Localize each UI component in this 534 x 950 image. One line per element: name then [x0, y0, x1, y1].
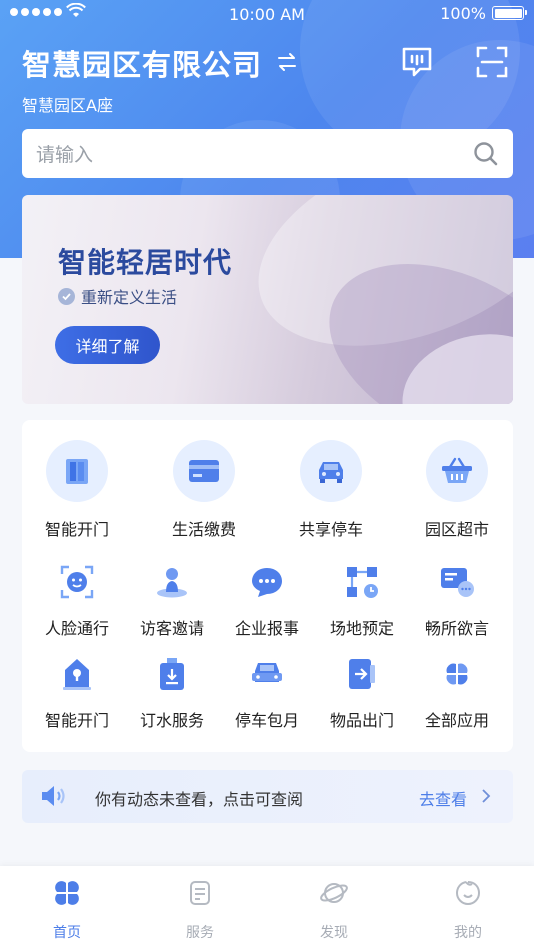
scan-icon[interactable] [474, 44, 510, 80]
parking-icon [252, 663, 282, 682]
tab-profile[interactable]: 我的 [428, 878, 508, 942]
check-icon [58, 287, 75, 305]
service-icon [190, 881, 210, 905]
service-label: 物品出门 [329, 711, 394, 730]
service-water-order[interactable]: 订水服务 [129, 656, 215, 731]
service-label: 场地预定 [329, 619, 394, 638]
company-name[interactable]: 智慧园区有限公司 [22, 42, 262, 84]
tab-discover[interactable]: 发现 [294, 878, 374, 942]
search-bar[interactable]: 请输入 [22, 129, 513, 178]
speaker-icon [42, 786, 65, 806]
tab-label: 首页 [53, 925, 81, 941]
service-label: 全部应用 [424, 711, 489, 730]
service-face-pass[interactable]: 人脸通行 [34, 564, 120, 639]
status-bar: 10:00 AM 100% [0, 0, 534, 28]
face-scan-icon [60, 565, 94, 599]
service-label: 人脸通行 [44, 619, 109, 638]
service-label: 订水服务 [139, 711, 204, 730]
service-speak[interactable]: 畅所欲言 [414, 564, 500, 639]
banner-subtitle-text: 重新定义生活 [81, 288, 178, 307]
home-icon [55, 881, 79, 905]
car-icon [319, 462, 343, 483]
battery-icon [492, 6, 527, 20]
switch-icon[interactable] [276, 52, 298, 72]
smart-lock-icon [63, 659, 91, 690]
message-icon[interactable] [399, 44, 435, 80]
service-label: 停车包月 [234, 711, 299, 730]
profile-icon [455, 881, 481, 906]
apps-icon [446, 663, 468, 685]
tab-bar: 首页 服务 发现 我的 [0, 866, 534, 950]
service-venue-booking[interactable]: 场地预定 [319, 564, 405, 639]
service-monthly-parking[interactable]: 停车包月 [224, 656, 310, 731]
door-icon [66, 459, 88, 484]
service-life-payment[interactable]: 生活缴费 [159, 440, 249, 540]
service-label: 园区超市 [424, 520, 489, 539]
service-label: 智能开门 [44, 711, 109, 730]
banner-subtitle: 重新定义生活 [58, 284, 177, 308]
service-label: 智能开门 [44, 520, 109, 539]
search-icon[interactable] [473, 141, 499, 167]
services-grid: 智能开门 生活缴费 共享停车 园区超市 人脸通行 访客邀请 企业报事 场地预定 … [22, 420, 513, 752]
location-label: 智慧园区A座 [22, 96, 113, 115]
banner-title: 智能轻居时代 [58, 246, 233, 279]
search-input[interactable]: 请输入 [36, 140, 473, 167]
chat-icon [252, 568, 282, 597]
visitor-icon [157, 568, 187, 598]
speak-icon [441, 568, 474, 597]
view-link[interactable]: 去查看 [419, 786, 467, 810]
service-visitor-invite[interactable]: 访客邀请 [129, 564, 215, 639]
discover-icon [320, 883, 348, 903]
tab-label: 服务 [186, 925, 214, 941]
chevron-right-icon[interactable] [481, 788, 491, 804]
basket-icon [442, 457, 472, 483]
notification-bar[interactable]: 你有动态未查看，点击可查阅 去查看 [22, 770, 513, 823]
service-park-market[interactable]: 园区超市 [412, 440, 502, 540]
service-label: 企业报事 [234, 619, 299, 638]
service-item-exit[interactable]: 物品出门 [319, 656, 405, 731]
promo-banner[interactable]: 智能轻居时代 重新定义生活 详细了解 [22, 195, 513, 404]
exit-icon [349, 659, 375, 689]
service-smart-door[interactable]: 智能开门 [32, 440, 122, 540]
notification-message: 你有动态未查看，点击可查阅 [95, 790, 304, 809]
card-icon [189, 460, 219, 482]
tab-service[interactable]: 服务 [160, 878, 240, 942]
service-label: 畅所欲言 [424, 619, 489, 638]
battery-percent: 100% [440, 4, 486, 23]
water-icon [160, 658, 184, 690]
service-shared-parking[interactable]: 共享停车 [286, 440, 376, 540]
service-label: 共享停车 [298, 520, 363, 539]
service-report[interactable]: 企业报事 [224, 564, 310, 639]
service-label: 生活缴费 [171, 520, 236, 539]
tab-label: 发现 [320, 925, 348, 941]
venue-icon [347, 567, 378, 598]
tab-home[interactable]: 首页 [27, 878, 107, 942]
banner-detail-button[interactable]: 详细了解 [55, 326, 160, 364]
service-smart-lock[interactable]: 智能开门 [34, 656, 120, 731]
service-all-apps[interactable]: 全部应用 [414, 656, 500, 731]
tab-label: 我的 [454, 925, 482, 941]
service-label: 访客邀请 [139, 619, 204, 638]
